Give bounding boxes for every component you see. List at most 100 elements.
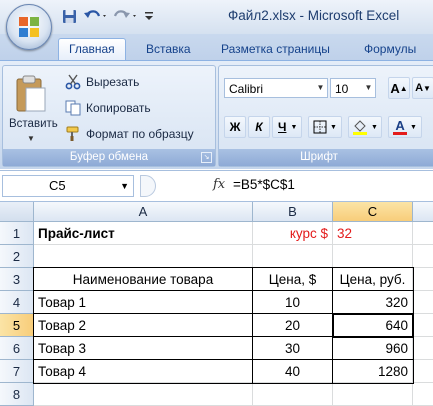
column-header-d[interactable] [413, 202, 433, 222]
cell-a7[interactable]: Товар 4 [34, 360, 253, 383]
spreadsheet-grid: A B C 1 2 3 4 5 6 7 8 Прайс-лист курс $ … [0, 202, 433, 406]
column-header-a[interactable]: A [34, 202, 253, 222]
paste-dropdown-icon[interactable]: ▼ [27, 134, 35, 143]
row-header-5[interactable]: 5 [0, 314, 34, 337]
cell-c1[interactable]: 32 [333, 222, 413, 245]
scissors-icon [65, 74, 81, 90]
cut-button[interactable]: Вырезать [65, 72, 139, 92]
font-name-select[interactable]: Calibri ▼ [224, 78, 328, 98]
font-color-dropdown-icon[interactable]: ▼ [410, 124, 417, 131]
cell-c4[interactable]: 320 [333, 291, 413, 314]
tab-home[interactable]: Главная [58, 38, 126, 61]
cell-b8[interactable] [253, 383, 333, 406]
cell-b1[interactable]: курс $ [253, 222, 333, 245]
cell-c2[interactable] [333, 245, 413, 268]
cell-d2[interactable] [413, 245, 433, 268]
format-painter-button[interactable]: Формат по образцу [65, 124, 194, 144]
font-size-select[interactable]: 10 ▼ [330, 78, 376, 98]
cell-d5[interactable] [413, 314, 433, 337]
cell-d3[interactable] [413, 268, 433, 291]
fill-color-button[interactable]: ▼ [348, 116, 382, 138]
font-size-value: 10 [335, 82, 349, 96]
borders-button[interactable]: ▼ [308, 116, 342, 138]
office-button[interactable] [6, 4, 52, 50]
name-box[interactable]: C5 ▼ [2, 175, 134, 197]
row-header-6[interactable]: 6 [0, 337, 34, 360]
ribbon: Вставить ▼ Вырезать Копировать Формат по… [0, 60, 433, 169]
cell-a2[interactable] [34, 245, 253, 268]
paste-button[interactable]: Вставить ▼ [9, 74, 58, 144]
paste-label: Вставить [9, 118, 58, 130]
cell-a5[interactable]: Товар 2 [34, 314, 253, 337]
underline-dropdown-icon[interactable]: ▼ [290, 124, 297, 131]
cell-a8[interactable] [34, 383, 253, 406]
cell-b4[interactable]: 10 [253, 291, 333, 314]
name-box-dropdown-icon[interactable]: ▼ [120, 176, 129, 196]
copy-button[interactable]: Копировать [65, 98, 151, 118]
formula-bar: C5 ▼ fx =B5*$C$1 [0, 170, 433, 202]
select-all-button[interactable] [0, 202, 34, 222]
cell-c8[interactable] [333, 383, 413, 406]
row-header-8[interactable]: 8 [0, 383, 34, 406]
customize-icon[interactable] [142, 6, 156, 26]
cell-d1[interactable] [413, 222, 433, 245]
column-header-b[interactable]: B [253, 202, 333, 222]
redo-icon[interactable] [112, 6, 140, 26]
font-name-dropdown-icon[interactable]: ▼ [314, 79, 327, 97]
insert-function-button[interactable]: fx [213, 177, 225, 192]
column-header-c[interactable]: C [333, 202, 413, 222]
cell-d8[interactable] [413, 383, 433, 406]
cell-b6[interactable]: 30 [253, 337, 333, 360]
copy-label: Копировать [86, 101, 151, 115]
underline-button[interactable]: Ч ▼ [272, 116, 302, 138]
font-color-button[interactable]: A ▼ [388, 116, 422, 138]
cell-b3[interactable]: Цена, $ [253, 268, 333, 291]
cell-b2[interactable] [253, 245, 333, 268]
format-painter-label: Формат по образцу [86, 127, 194, 141]
cell-b7[interactable]: 40 [253, 360, 333, 383]
clipboard-group: Вставить ▼ Вырезать Копировать Формат по… [2, 65, 216, 167]
formula-bar-splitter[interactable] [140, 175, 156, 197]
tab-page-layout[interactable]: Разметка страницы [221, 39, 330, 60]
grow-font-button[interactable]: A ▲ [388, 77, 410, 99]
cell-d7[interactable] [413, 360, 433, 383]
cell-c7[interactable]: 1280 [333, 360, 413, 383]
undo-icon[interactable] [82, 6, 110, 26]
row-header-4[interactable]: 4 [0, 291, 34, 314]
row-header-1[interactable]: 1 [0, 222, 34, 245]
cell-a3[interactable]: Наименование товара [34, 268, 253, 291]
title-bar: Файл2.xlsx - Microsoft Excel [0, 0, 433, 50]
cell-c5[interactable]: 640 [333, 314, 413, 337]
fill-bucket-icon [353, 120, 368, 135]
row-header-2[interactable]: 2 [0, 245, 34, 268]
formula-input[interactable]: =B5*$C$1 [233, 177, 295, 192]
save-icon[interactable] [58, 6, 80, 26]
font-size-dropdown-icon[interactable]: ▼ [362, 79, 375, 97]
cell-a4[interactable]: Товар 1 [34, 291, 253, 314]
fill-color-dropdown-icon[interactable]: ▼ [371, 124, 378, 131]
tab-insert[interactable]: Вставка [146, 39, 191, 60]
grow-font-letter: A [390, 80, 400, 96]
bold-button[interactable]: Ж [224, 116, 246, 138]
row-header-3[interactable]: 3 [0, 268, 34, 291]
cell-c3[interactable]: Цена, руб. [333, 268, 413, 291]
shrink-font-icon: ▼ [423, 83, 431, 93]
format-painter-icon [66, 126, 79, 141]
cell-b5[interactable]: 20 [253, 314, 333, 337]
cut-label: Вырезать [86, 75, 140, 89]
tab-formulas[interactable]: Формулы [364, 39, 416, 60]
cell-a6[interactable]: Товар 3 [34, 337, 253, 360]
shrink-font-button[interactable]: A ▼ [412, 77, 433, 99]
copy-icon [65, 100, 81, 116]
clipboard-launcher-icon[interactable]: ↘ [201, 152, 212, 163]
italic-button[interactable]: К [248, 116, 270, 138]
ribbon-tabs: Главная Вставка Разметка страницы Формул… [0, 34, 433, 61]
name-box-value: C5 [49, 178, 66, 193]
borders-dropdown-icon[interactable]: ▼ [330, 124, 337, 131]
row-header-7[interactable]: 7 [0, 360, 34, 383]
cell-c6[interactable]: 960 [333, 337, 413, 360]
cell-d4[interactable] [413, 291, 433, 314]
cell-a1[interactable]: Прайс-лист [34, 222, 253, 245]
font-group: Calibri ▼ 10 ▼ A ▲ A ▼ Ж К Ч ▼ ▼ ▼ A ▼ Ш… [218, 65, 433, 167]
cell-d6[interactable] [413, 337, 433, 360]
